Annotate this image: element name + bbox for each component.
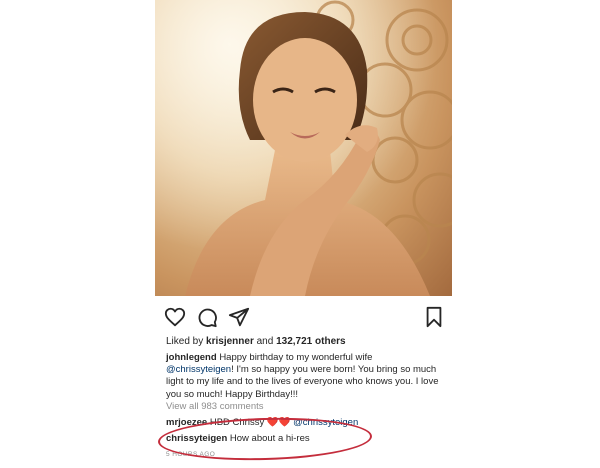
post-timestamp: 5 HOURS AGO xyxy=(166,451,216,458)
post-photo[interactable] xyxy=(155,0,452,296)
post-action-bar xyxy=(155,304,452,334)
comment-row: chrissyteigen How about a hi-res xyxy=(166,433,310,444)
caption-username-link[interactable]: johnlegend xyxy=(166,352,217,363)
paper-plane-icon[interactable] xyxy=(228,306,250,328)
comment-text: How about a hi-res xyxy=(229,433,310,444)
caption-mention-link[interactable]: @chrissyteigen xyxy=(166,364,231,375)
likes-and: and xyxy=(256,336,274,347)
likes-summary: Liked by krisjenner and 132,721 others xyxy=(166,336,346,347)
post-caption: johnlegend Happy birthday to my wonderfu… xyxy=(166,352,451,401)
comment-icon[interactable] xyxy=(196,306,218,328)
likes-prefix: Liked by xyxy=(166,336,204,347)
comment-row: mrjoezee HBD Chrissy ❤️❤️ @chrissyteigen xyxy=(166,417,358,428)
comment-username-link[interactable]: chrissyteigen xyxy=(166,433,227,444)
comment-username-link[interactable]: mrjoezee xyxy=(166,417,207,428)
liked-by-user-link[interactable]: krisjenner xyxy=(206,336,254,347)
view-all-comments-link[interactable]: View all 983 comments xyxy=(166,401,264,412)
portrait-illustration xyxy=(155,0,452,296)
caption-text-part1: Happy birthday to my wonderful wife xyxy=(219,352,373,363)
bookmark-icon[interactable] xyxy=(423,306,445,328)
comment-mention-link[interactable]: @chrissyteigen xyxy=(293,417,358,428)
heart-icon[interactable] xyxy=(164,306,186,328)
comment-text: HBD Chrissy xyxy=(209,417,265,428)
heart-emoji: ❤️❤️ xyxy=(266,417,291,428)
likes-others-link[interactable]: 132,721 others xyxy=(276,336,346,347)
